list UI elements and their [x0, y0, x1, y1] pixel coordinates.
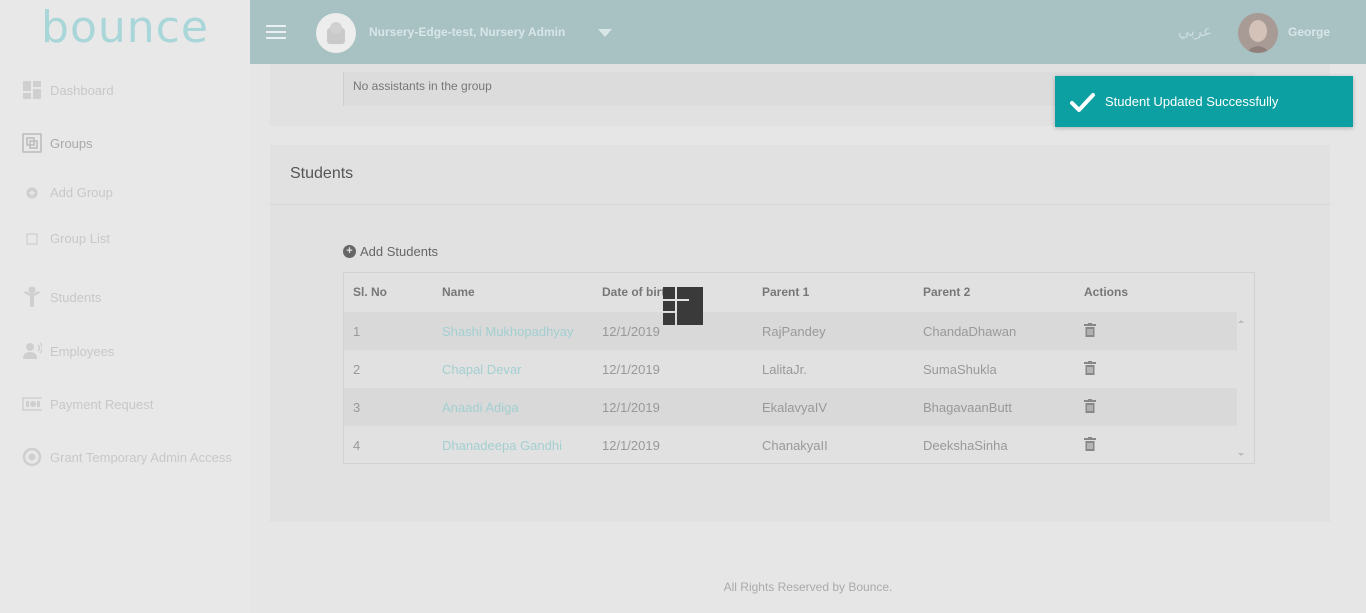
cell-dob: 12/1/2019: [602, 438, 660, 453]
table-row: 3 Anaadi Adiga 12/1/2019 EkalavyaIV Bhag…: [344, 388, 1237, 426]
student-name-link[interactable]: Chapal Devar: [442, 362, 522, 377]
table-row: 4 Dhanadeepa Gandhi 12/1/2019 ChanakyaII…: [344, 426, 1237, 464]
check-icon: [1069, 89, 1095, 115]
employees-icon: [22, 341, 42, 361]
org-title[interactable]: Nursery-Edge-test, Nursery Admin: [369, 25, 565, 39]
table-row: 1 Shashi Mukhopadhyay 12/1/2019 RajPande…: [344, 312, 1237, 350]
sidebar-item-label: Add Group: [50, 185, 113, 200]
student-name-link[interactable]: Shashi Mukhopadhyay: [442, 324, 574, 339]
student-name-link[interactable]: Anaadi Adiga: [442, 400, 519, 415]
cell-parent2: DeekshaSinha: [923, 438, 1008, 453]
money-icon: [22, 394, 42, 414]
column-header-sl-no: Sl. No: [353, 285, 388, 299]
add-students-button[interactable]: + Add Students: [343, 244, 438, 259]
sidebar-item-group-list[interactable]: Group List: [25, 231, 110, 246]
footer-text: All Rights Reserved by Bounce.: [723, 580, 893, 594]
cell-parent2: BhagavaanButt: [923, 400, 1012, 415]
sidebar-item-label: Groups: [50, 135, 93, 151]
org-avatar[interactable]: [316, 13, 356, 53]
cell-sl: 4: [353, 438, 361, 453]
sidebar-item-label: Grant Temporary Admin Access: [50, 449, 232, 465]
divider: [270, 204, 1330, 205]
menu-icon[interactable]: [266, 25, 286, 43]
students-table: Sl. No Name Date of birth Parent 1 Paren…: [343, 272, 1255, 464]
sidebar-item-label: Dashboard: [50, 82, 114, 98]
chevron-down-icon[interactable]: [598, 29, 612, 37]
cell-parent1: LalitaJr.: [762, 362, 807, 377]
plus-circle-icon: +: [343, 245, 356, 258]
language-toggle[interactable]: عربي: [1178, 22, 1212, 40]
cell-dob: 12/1/2019: [602, 324, 660, 339]
cell-parent1: EkalavyaIV: [762, 400, 828, 415]
top-header: Nursery-Edge-test, Nursery Admin عربي Ge…: [250, 0, 1366, 64]
column-header-parent2: Parent 2: [923, 285, 971, 299]
cell-sl: 3: [353, 400, 361, 415]
column-header-parent1: Parent 1: [762, 285, 810, 299]
admin-access-icon: [22, 447, 42, 467]
sidebar-item-label: Employees: [50, 343, 115, 359]
cell-parent1: ChanakyaII: [762, 438, 828, 453]
trash-icon[interactable]: [1084, 323, 1096, 340]
scroll-up-arrow[interactable]: [1238, 320, 1244, 323]
dashboard-icon: [22, 80, 42, 100]
logo[interactable]: bounce: [0, 0, 250, 64]
sidebar-item-groups[interactable]: Groups: [22, 133, 93, 153]
cell-sl: 2: [353, 362, 361, 377]
cell-dob: 12/1/2019: [602, 400, 660, 415]
sidebar-item-students[interactable]: Students: [22, 286, 102, 307]
no-assistants-text: No assistants in the group: [353, 79, 492, 93]
sidebar: bounce Dashboard Groups Add Group Group …: [0, 0, 250, 613]
success-toast[interactable]: Student Updated Successfully: [1055, 76, 1353, 127]
sidebar-item-employees[interactable]: Employees: [22, 341, 114, 361]
students-heading: Students: [290, 165, 354, 182]
logo-text: bounce: [41, 1, 209, 53]
plus-circle-icon: [25, 186, 39, 200]
table-row: 2 Chapal Devar 12/1/2019 LalitaJr. SumaS…: [344, 350, 1237, 388]
avatar[interactable]: [1238, 13, 1278, 53]
scroll-down-arrow[interactable]: [1238, 453, 1244, 456]
cell-parent2: ChandaDhawan: [923, 324, 1017, 339]
cell-parent1: RajPandey: [762, 324, 826, 339]
column-header-name: Name: [442, 285, 475, 299]
add-students-label: Add Students: [360, 244, 439, 259]
loading-spinner-icon: [663, 287, 703, 325]
trash-icon[interactable]: [1084, 399, 1096, 416]
trash-icon[interactable]: [1084, 437, 1096, 454]
square-icon: [25, 232, 39, 246]
student-name-link[interactable]: Dhanadeepa Gandhi: [442, 438, 562, 453]
user-name[interactable]: George: [1288, 25, 1330, 39]
sidebar-item-label: Students: [50, 289, 102, 305]
toast-message: Student Updated Successfully: [1105, 94, 1279, 109]
column-header-actions: Actions: [1084, 285, 1129, 299]
sidebar-item-label: Group List: [50, 231, 110, 246]
trash-icon[interactable]: [1084, 361, 1096, 378]
cell-dob: 12/1/2019: [602, 362, 660, 377]
sidebar-item-grant-admin-access[interactable]: Grant Temporary Admin Access: [22, 447, 232, 467]
sidebar-item-payment-request[interactable]: Payment Request: [22, 394, 153, 414]
cell-sl: 1: [353, 324, 361, 339]
sidebar-item-label: Payment Request: [50, 396, 154, 412]
student-icon: [22, 286, 42, 307]
groups-icon: [22, 133, 42, 153]
sidebar-item-add-group[interactable]: Add Group: [25, 185, 113, 200]
sidebar-item-dashboard[interactable]: Dashboard: [22, 80, 114, 100]
cell-parent2: SumaShukla: [923, 362, 997, 377]
